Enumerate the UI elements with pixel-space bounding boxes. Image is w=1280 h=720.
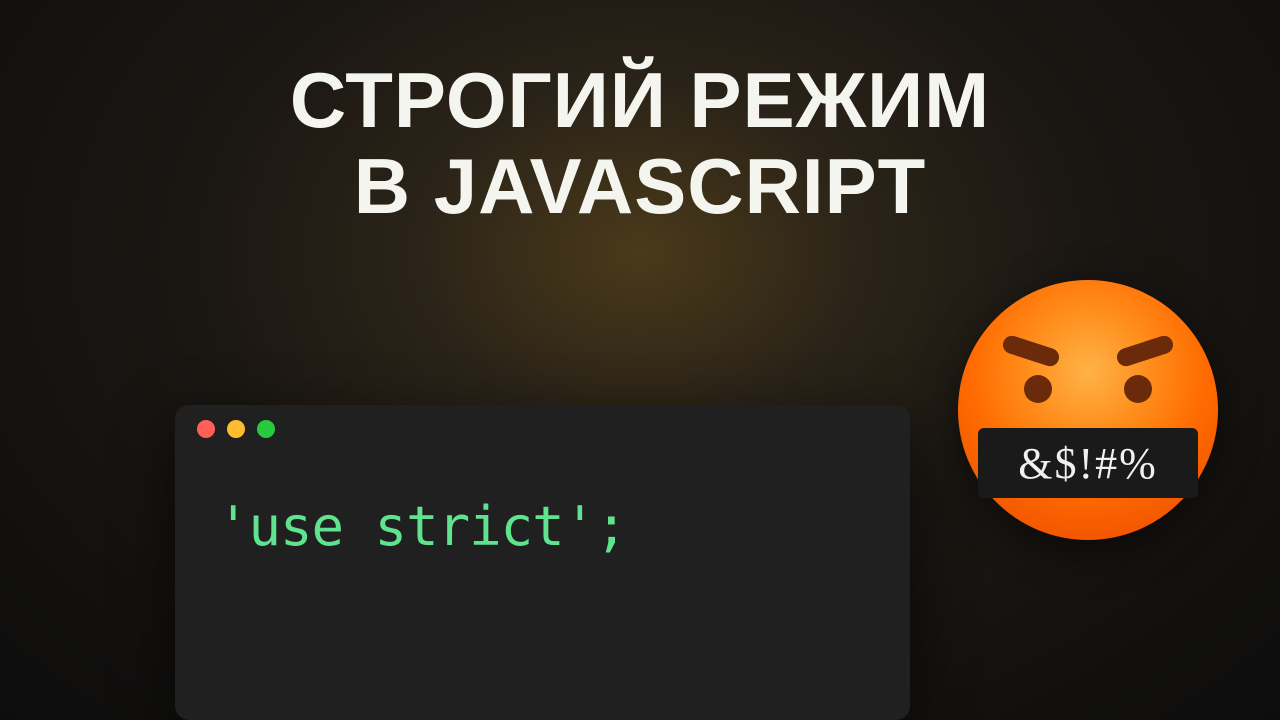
emoji-brow-right — [1115, 333, 1176, 368]
maximize-icon — [257, 420, 275, 438]
code-window: 'use strict'; — [175, 405, 910, 720]
window-titlebar — [175, 405, 910, 453]
close-icon — [197, 420, 215, 438]
angry-censored-emoji-icon: &$!#% — [958, 280, 1218, 540]
censor-text: &$!#% — [1018, 438, 1158, 489]
code-snippet: 'use strict'; — [175, 453, 910, 600]
emoji-eye-right — [1124, 375, 1152, 403]
emoji-face: &$!#% — [958, 280, 1218, 540]
minimize-icon — [227, 420, 245, 438]
title-line-2: В JAVASCRIPT — [0, 144, 1280, 230]
censor-bar: &$!#% — [978, 428, 1198, 498]
emoji-eye-left — [1024, 375, 1052, 403]
main-title: СТРОГИЙ РЕЖИМ В JAVASCRIPT — [0, 0, 1280, 230]
title-line-1: СТРОГИЙ РЕЖИМ — [0, 58, 1280, 144]
emoji-brow-left — [1001, 333, 1062, 368]
